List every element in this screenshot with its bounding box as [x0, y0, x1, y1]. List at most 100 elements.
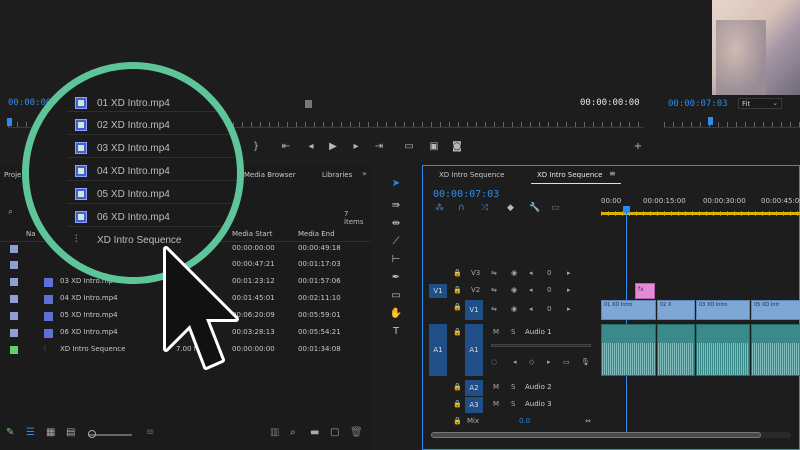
- linked-selection-icon[interactable]: ⤨: [481, 203, 488, 213]
- eye-icon[interactable]: ◉: [511, 286, 517, 294]
- program-ruler[interactable]: [664, 118, 800, 128]
- fit-dropdown[interactable]: Fit ⌄: [738, 98, 782, 109]
- freeform-view-icon[interactable]: ▤: [66, 427, 75, 438]
- insert-icon[interactable]: ▭: [403, 141, 415, 153]
- video-clip[interactable]: 05 XD Intr: [751, 300, 800, 320]
- nest-icon[interactable]: ⁂: [435, 203, 444, 213]
- new-bin-icon[interactable]: ▬: [310, 427, 319, 438]
- prev-keyframe-icon[interactable]: ◂: [529, 269, 533, 277]
- prev-keyframe-icon[interactable]: ◂: [513, 358, 517, 366]
- audio-clip[interactable]: [751, 324, 800, 376]
- play-icon[interactable]: ▶: [327, 141, 339, 153]
- sync-lock-icon[interactable]: ⇋: [491, 305, 497, 313]
- graphic-clip-v2[interactable]: fx: [635, 283, 655, 299]
- track-target-a1[interactable]: A1: [465, 324, 483, 376]
- lock-icon[interactable]: 🔒: [453, 303, 462, 311]
- tab-libraries[interactable]: Libraries: [322, 171, 352, 179]
- loupe-item[interactable]: 03 XD Intro.mp4: [75, 140, 170, 156]
- tab-sequence-1[interactable]: XD Intro Sequence: [439, 171, 504, 179]
- pen-tool-icon[interactable]: ✒: [389, 271, 403, 285]
- eye-icon[interactable]: ◉: [511, 269, 517, 277]
- snap-icon[interactable]: ∩: [458, 203, 465, 213]
- hamburger-icon[interactable]: ≡: [609, 169, 616, 178]
- sync-lock-icon[interactable]: ⇋: [491, 269, 497, 277]
- loupe-item[interactable]: 01 XD Intro.mp4: [75, 95, 170, 111]
- wrench-icon[interactable]: 🔧: [529, 203, 540, 213]
- video-clip[interactable]: 03 XD Intro: [696, 300, 750, 320]
- solo-button[interactable]: S: [511, 328, 515, 336]
- eye-icon[interactable]: ◉: [511, 305, 517, 313]
- lock-icon[interactable]: 🔒: [453, 328, 462, 336]
- automate-icon[interactable]: ▥: [270, 427, 279, 438]
- solo-button[interactable]: S: [511, 383, 515, 391]
- next-keyframe-icon[interactable]: ▸: [547, 358, 551, 366]
- track-target-a2[interactable]: A2: [465, 380, 483, 396]
- source-patch-v1[interactable]: V1: [429, 284, 447, 298]
- rectangle-tool-icon[interactable]: ▭: [389, 289, 403, 303]
- timeline-ruler[interactable]: 00:00 00:00:15:00 00:00:30:00 00:00:45:0…: [601, 194, 800, 216]
- tab-media-browser[interactable]: Media Browser: [244, 171, 296, 179]
- sort-icon[interactable]: ≡: [146, 427, 154, 438]
- col-media-end[interactable]: Media End: [298, 230, 335, 238]
- mute-button[interactable]: M: [493, 383, 499, 391]
- audio-clip[interactable]: [657, 324, 695, 376]
- microphone-icon[interactable]: 🎙: [581, 358, 590, 366]
- export-frame-icon[interactable]: ◙: [451, 141, 463, 153]
- tab-sequence-2[interactable]: XD Intro Sequence: [537, 171, 602, 179]
- prev-keyframe-icon[interactable]: ◂: [529, 286, 533, 294]
- next-keyframe-icon[interactable]: ▸: [567, 305, 571, 313]
- audio-clip[interactable]: [601, 324, 656, 376]
- marker-icon[interactable]: ◆: [507, 203, 514, 213]
- new-item-icon[interactable]: ▢: [330, 427, 339, 438]
- trash-icon[interactable]: 🗑: [350, 427, 363, 438]
- program-timecode[interactable]: 00:00:07:03: [668, 99, 728, 109]
- timeline-timecode[interactable]: 00:00:07:03: [433, 189, 499, 200]
- program-playhead[interactable]: [708, 117, 713, 125]
- track-select-tool-icon[interactable]: ⇛: [389, 199, 403, 213]
- source-zoom-icon[interactable]: [305, 100, 312, 108]
- lock-icon[interactable]: 🔒: [453, 400, 462, 408]
- lock-icon[interactable]: 🔒: [453, 383, 462, 391]
- hand-tool-icon[interactable]: ✋: [389, 307, 403, 321]
- expand-panels-icon[interactable]: »: [362, 169, 367, 178]
- icon-view-icon[interactable]: ▦: [46, 427, 55, 438]
- mark-in-icon[interactable]: }: [250, 141, 262, 153]
- slip-tool-icon[interactable]: ⊢: [389, 253, 403, 267]
- timeline-scrollbar[interactable]: [431, 432, 791, 438]
- go-to-out-icon[interactable]: ⇥: [373, 141, 385, 153]
- type-tool-icon[interactable]: T: [389, 325, 403, 339]
- selection-tool-icon[interactable]: ➤: [389, 177, 403, 191]
- audio-clip[interactable]: [696, 324, 750, 376]
- tab-project[interactable]: Proje: [4, 171, 21, 179]
- keyframe-toggle-icon[interactable]: ◌: [491, 358, 497, 366]
- lock-icon[interactable]: 🔒: [453, 286, 462, 294]
- overwrite-icon[interactable]: ▣: [428, 141, 440, 153]
- add-keyframe-icon[interactable]: ◇: [529, 358, 534, 366]
- voiceover-icon[interactable]: ▭: [563, 358, 570, 366]
- zoom-slider-handle[interactable]: [88, 430, 96, 438]
- video-clip[interactable]: 02 X: [657, 300, 695, 320]
- mute-button[interactable]: M: [493, 400, 499, 408]
- step-forward-icon[interactable]: ▸: [350, 141, 362, 153]
- playhead-handle[interactable]: [623, 206, 630, 213]
- add-button-icon[interactable]: +: [632, 141, 644, 153]
- track-target-a3[interactable]: A3: [465, 397, 483, 413]
- lock-icon[interactable]: 🔒: [453, 269, 462, 277]
- next-keyframe-icon[interactable]: ▸: [567, 286, 571, 294]
- mix-value[interactable]: 0.0: [519, 417, 530, 425]
- sync-lock-icon[interactable]: ⇋: [491, 286, 497, 294]
- expand-tracks-icon[interactable]: ⇔: [585, 417, 591, 425]
- source-playhead[interactable]: [7, 118, 12, 126]
- loupe-item[interactable]: 04 XD Intro.mp4: [75, 163, 170, 179]
- col-media-start[interactable]: Media Start: [232, 230, 272, 238]
- work-area-bar[interactable]: [601, 212, 800, 215]
- solo-button[interactable]: S: [511, 400, 515, 408]
- captions-icon[interactable]: ▭: [551, 203, 560, 213]
- loupe-item[interactable]: 06 XD Intro.mp4: [75, 209, 170, 225]
- next-keyframe-icon[interactable]: ▸: [567, 269, 571, 277]
- volume-slider[interactable]: [491, 344, 591, 347]
- pencil-icon[interactable]: ✎: [6, 427, 14, 438]
- prev-keyframe-icon[interactable]: ◂: [529, 305, 533, 313]
- scrollbar-thumb[interactable]: [431, 432, 761, 438]
- step-back-icon[interactable]: ◂: [305, 141, 317, 153]
